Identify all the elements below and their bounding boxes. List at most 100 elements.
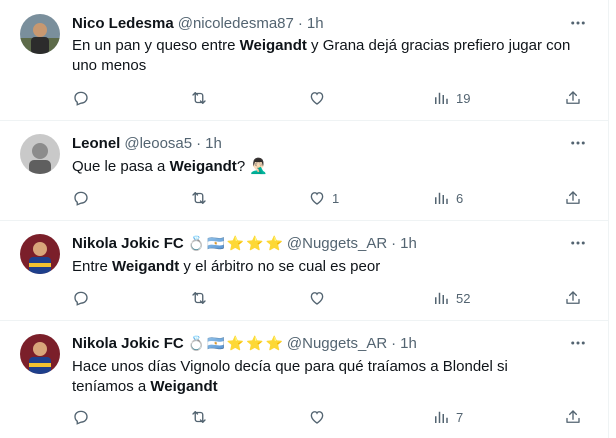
tweet-actions: 52 [62, 288, 592, 308]
reply-icon [72, 89, 90, 107]
separator-dot: · [391, 334, 397, 352]
text-segment: Entre [72, 258, 113, 275]
highlighted-term: Weigandt [169, 158, 237, 175]
retweet-button[interactable] [190, 407, 208, 427]
share-icon [564, 89, 582, 107]
tweet-header: Nico Ledesma @nicoledesma87 · 1h [72, 13, 324, 33]
badge-emoji: ⭐ [226, 234, 245, 251]
tweet-time[interactable]: 1h [307, 15, 324, 32]
retweet-button[interactable] [190, 88, 208, 108]
tweet-text: En un pan y queso entre Weigandt y Grana… [72, 36, 572, 76]
reply-icon [72, 189, 90, 207]
share-icon [564, 289, 582, 307]
reply-button[interactable] [72, 407, 90, 427]
tweet[interactable]: Nikola Jokic FC 💍 🇦🇷 ⭐ ⭐ ⭐ @Nuggets_AR · 1h … [0, 320, 608, 438]
share-icon [564, 189, 582, 207]
views-icon [432, 408, 450, 426]
reply-icon [72, 289, 90, 307]
tweet-time[interactable]: 1h [205, 135, 222, 152]
tweet-text: Entre Weigandt y el árbitro no se cual e… [72, 257, 572, 277]
highlighted-term: Weigandt [150, 378, 218, 395]
reply-button[interactable] [72, 88, 90, 108]
heart-icon [308, 89, 326, 107]
views-button[interactable]: 52 [432, 288, 470, 308]
avatar[interactable] [20, 234, 60, 274]
separator-dot: · [297, 14, 303, 32]
author-name[interactable]: Nico Ledesma [72, 15, 174, 32]
badge-emoji: 🇦🇷 [207, 334, 225, 351]
share-button[interactable] [564, 88, 582, 108]
tweet-actions: 19 [62, 88, 592, 108]
views-button[interactable]: 19 [432, 88, 470, 108]
separator-dot: · [391, 234, 397, 252]
like-button[interactable] [308, 288, 326, 308]
tweet-time[interactable]: 1h [400, 335, 417, 352]
heart-icon [308, 189, 326, 207]
views-button[interactable]: 7 [432, 407, 463, 427]
tweet-header: Nikola Jokic FC 💍 🇦🇷 ⭐ ⭐ ⭐ @Nuggets_AR · 1h [72, 333, 417, 353]
tweet-text: Que le pasa a Weigandt? 🤦🏻‍♂️ [72, 157, 572, 177]
highlighted-term: Weigandt [239, 37, 307, 54]
views-count: 19 [456, 90, 471, 106]
retweet-icon [190, 289, 208, 307]
share-button[interactable] [564, 288, 582, 308]
tweet[interactable]: Nikola Jokic FC 💍 🇦🇷 ⭐ ⭐ ⭐ @Nuggets_AR · 1h … [0, 220, 608, 321]
tweet-feed: Nico Ledesma @nicoledesma87 · 1h En un p… [0, 0, 609, 438]
badge-emoji: 🇦🇷 [207, 234, 225, 251]
author-name[interactable]: Nikola Jokic FC [72, 335, 184, 352]
text-segment: Que le pasa a [72, 158, 170, 175]
badge-emoji: 💍 [187, 234, 206, 251]
like-button[interactable] [308, 88, 326, 108]
views-icon [432, 289, 450, 307]
reply-button[interactable] [72, 288, 90, 308]
badge-emoji: ⭐ [246, 334, 264, 351]
heart-icon [308, 408, 326, 426]
author-handle[interactable]: @Nuggets_AR [287, 235, 387, 252]
more-icon[interactable] [568, 233, 588, 253]
views-button[interactable]: 6 [432, 188, 463, 208]
tweet-text: Hace unos días Vignolo decía que para qu… [72, 357, 572, 397]
tweet-actions: 7 [62, 407, 592, 427]
reply-icon [72, 408, 90, 426]
author-handle[interactable]: @Nuggets_AR [287, 335, 387, 352]
author-name[interactable]: Nikola Jokic FC [72, 235, 184, 252]
views-count: 52 [456, 290, 471, 306]
tweet[interactable]: Leonel @leoosa5 · 1h Que le pasa a Weiga… [0, 120, 608, 221]
separator-dot: · [196, 134, 202, 152]
views-count: 6 [456, 190, 464, 206]
avatar[interactable] [20, 14, 60, 54]
heart-icon [308, 289, 326, 307]
views-count: 7 [456, 409, 464, 425]
reply-button[interactable] [72, 188, 90, 208]
highlighted-term: Weigandt [112, 258, 180, 275]
more-icon[interactable] [568, 333, 588, 353]
more-icon[interactable] [568, 133, 588, 153]
text-segment: En un pan y queso entre [72, 37, 240, 54]
author-handle[interactable]: @leoosa5 [124, 135, 192, 152]
avatar[interactable] [20, 134, 60, 174]
text-segment: Hace unos días Vignolo decía que para qu… [72, 358, 508, 395]
text-segment: y el árbitro no se cual es peor [179, 258, 381, 275]
tweet-actions: 16 [62, 188, 592, 208]
views-icon [432, 89, 450, 107]
author-name[interactable]: Leonel [72, 135, 120, 152]
like-button[interactable]: 1 [308, 188, 339, 208]
retweet-button[interactable] [190, 188, 208, 208]
author-handle[interactable]: @nicoledesma87 [178, 15, 294, 32]
more-icon[interactable] [568, 13, 588, 33]
views-icon [432, 189, 450, 207]
tweet[interactable]: Nico Ledesma @nicoledesma87 · 1h En un p… [0, 0, 608, 121]
avatar[interactable] [20, 334, 60, 374]
share-icon [564, 408, 582, 426]
badge-emoji: ⭐ [265, 234, 283, 251]
tweet-time[interactable]: 1h [400, 235, 417, 252]
share-button[interactable] [564, 188, 582, 208]
tweet-header: Nikola Jokic FC 💍 🇦🇷 ⭐ ⭐ ⭐ @Nuggets_AR · 1h [72, 233, 417, 253]
badge-emoji: ⭐ [246, 234, 264, 251]
share-button[interactable] [564, 407, 582, 427]
retweet-icon [190, 189, 208, 207]
badge-emoji: ⭐ [226, 334, 245, 351]
like-button[interactable] [308, 407, 326, 427]
retweet-button[interactable] [190, 288, 208, 308]
text-segment: ? 🤦🏻‍♂️ [236, 158, 268, 175]
